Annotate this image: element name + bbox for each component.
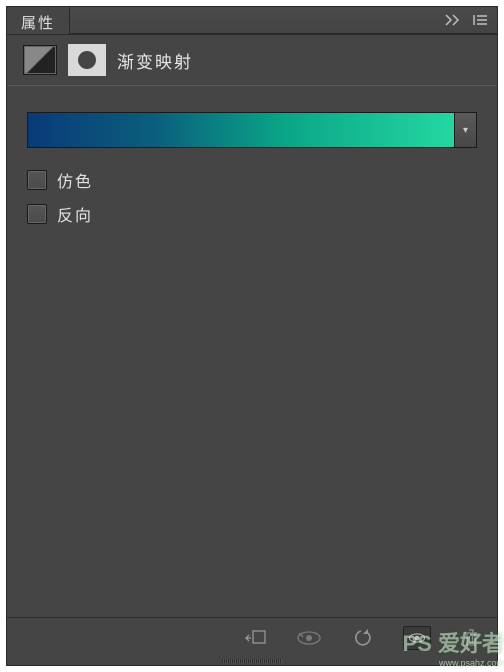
toggle-visibility-icon[interactable]	[403, 626, 431, 650]
panel-tab-properties[interactable]: 属性	[7, 7, 70, 34]
reverse-checkbox[interactable]: 反向	[27, 202, 477, 226]
panel-menu-icon[interactable]	[473, 14, 489, 26]
dither-label: 仿色	[57, 168, 93, 192]
panel-footer	[7, 617, 497, 657]
gradient-row: ▾	[27, 112, 477, 148]
panel-body: ▾ 仿色 反向	[7, 86, 497, 617]
panel-titlebar: 属性	[7, 7, 497, 35]
dither-checkbox[interactable]: 仿色	[27, 168, 477, 192]
resize-grip[interactable]	[7, 657, 497, 665]
checkbox-box	[27, 204, 47, 224]
gradient-preview[interactable]	[27, 112, 455, 148]
adjustment-header: 渐变映射	[7, 35, 497, 85]
layer-mask-icon[interactable]	[69, 45, 105, 75]
collapse-icon[interactable]	[445, 14, 463, 26]
clip-to-layer-icon[interactable]	[241, 626, 269, 650]
chevron-down-icon: ▾	[463, 125, 468, 136]
reverse-label: 反向	[57, 202, 93, 226]
adjustment-title: 渐变映射	[117, 48, 193, 73]
gradient-map-icon	[23, 45, 57, 75]
panel-tab-background	[70, 7, 497, 34]
delete-icon[interactable]	[457, 626, 485, 650]
view-previous-icon[interactable]	[295, 626, 323, 650]
gradient-dropdown-button[interactable]: ▾	[455, 112, 477, 148]
properties-panel: 属性 渐变映射 ▾ 仿色	[6, 6, 498, 666]
checkbox-box	[27, 170, 47, 190]
checkbox-group: 仿色 反向	[27, 168, 477, 226]
reset-icon[interactable]	[349, 626, 377, 650]
